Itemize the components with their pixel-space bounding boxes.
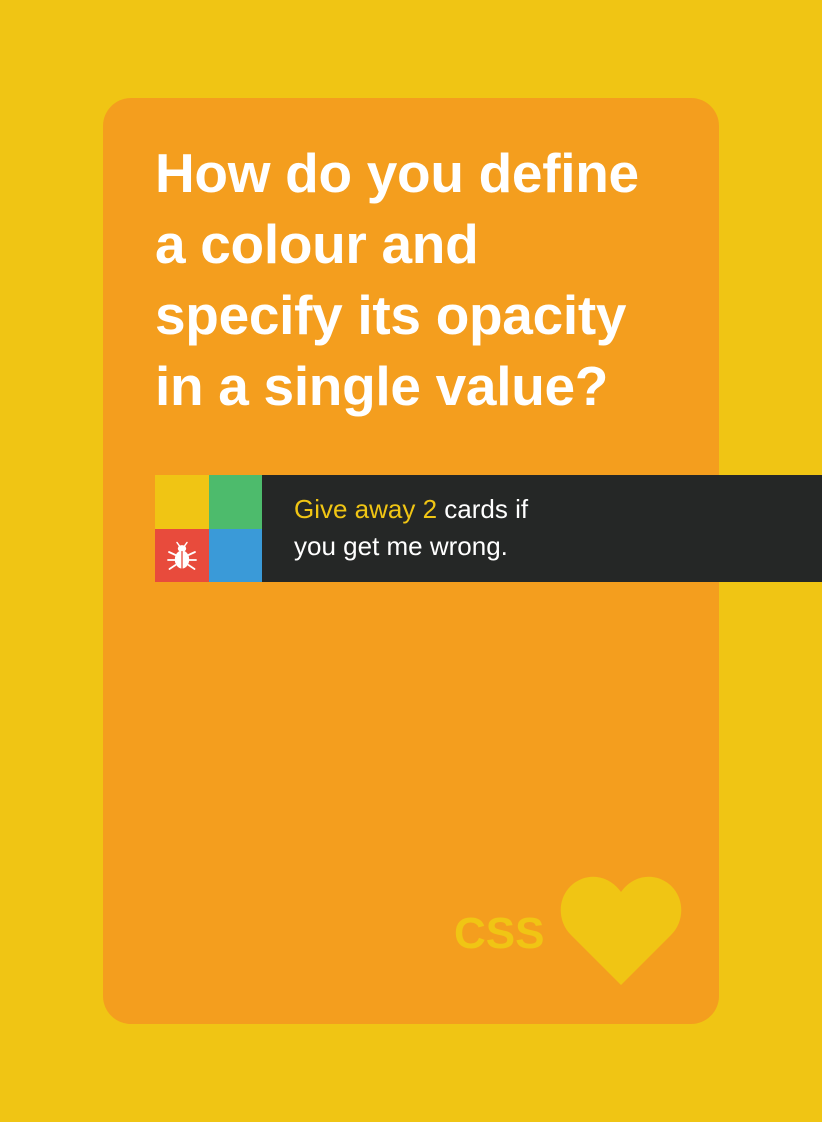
tile-yellow [155,475,209,529]
question-line-3: specify its opacity [155,284,627,346]
penalty-highlight: Give away 2 [294,494,438,524]
question-line-1: How do you define [155,142,639,204]
penalty-line-2: you get me wrong. [294,531,508,561]
penalty-text: Give away 2 cards if you get me wrong. [294,491,528,565]
heart-icon [560,876,682,985]
question-line-2: a colour and [155,213,479,275]
question-line-4: in a single value? [155,355,609,417]
tile-green [208,475,262,529]
tile-blue [208,528,262,582]
brand-label: CSS [454,909,545,958]
question-text: How do you define a colour and specify i… [155,138,715,422]
tile-red [155,528,209,582]
penalty-rest: cards if [437,494,529,524]
bug-icon [167,541,197,570]
